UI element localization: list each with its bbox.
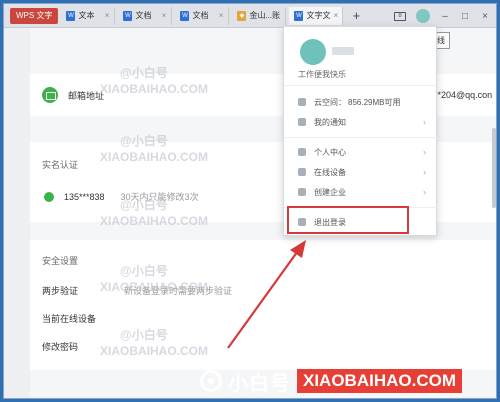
close-icon[interactable]: × [105, 11, 110, 20]
close-icon[interactable]: × [333, 11, 338, 20]
watermark: XIAOBAIHAO.COM [100, 280, 208, 294]
watermark: XIAOBAIHAO.COM [100, 214, 208, 228]
person-icon [298, 148, 306, 156]
new-tab-button[interactable]: + [349, 8, 363, 23]
user-icon [44, 191, 54, 202]
signal-icon [200, 370, 222, 392]
watermark: XIAOBAIHAO.COM [100, 150, 208, 164]
phone-number: 135***838 [64, 191, 105, 202]
close-button[interactable]: × [480, 11, 490, 22]
create-company-item[interactable]: 创建企业 › [284, 183, 438, 201]
online-device-label: 在线设备 [314, 167, 346, 177]
watermark-en: XIAOBAIHAO.COM [297, 369, 462, 393]
bell-icon [298, 118, 306, 126]
watermark: @小白号 [120, 66, 168, 80]
security-title: 安全设置 [42, 256, 79, 266]
highlight-box [287, 206, 409, 234]
online-device-item[interactable]: 在线设备 › [284, 163, 438, 181]
personal-center-item[interactable]: 个人中心 › [284, 143, 438, 161]
tab-doc-5[interactable]: W 文字文 × [289, 6, 344, 25]
email-label: 邮箱地址 [68, 90, 105, 101]
tab-bar: WPS 文字 W 文本 × W 文档 × W 文档 × ◆ 金山...账 W 文… [4, 4, 496, 28]
cloud-space-item[interactable]: 云空间： 856.29MB可用 [284, 93, 438, 111]
email-value: **204@qq.con [434, 90, 493, 100]
scrollbar[interactable] [492, 128, 496, 208]
chevron-right-icon: › [423, 187, 426, 197]
tab-label: 文档 [192, 11, 209, 20]
email-icon [42, 87, 58, 103]
avatar[interactable] [416, 9, 430, 23]
tab-label: 文本 [78, 11, 95, 20]
watermark: XIAOBAIHAO.COM [100, 82, 208, 96]
watermark: @小白号 [120, 264, 168, 278]
watermark: XIAOBAIHAO.COM [100, 344, 208, 358]
building-icon [298, 188, 306, 196]
cloud-value: 856.29MB可用 [348, 97, 401, 107]
cloud-label: 云空间： [314, 97, 346, 107]
personal-center-label: 个人中心 [314, 147, 346, 157]
tab-doc-4[interactable]: ◆ 金山...账 [232, 6, 287, 25]
close-icon[interactable]: × [219, 11, 224, 20]
tab-label: 文档 [135, 11, 152, 20]
app-tab-wps[interactable]: WPS 文字 [10, 7, 59, 24]
chevron-right-icon: › [423, 167, 426, 177]
doc-icon: W [180, 10, 190, 21]
chevron-right-icon: › [423, 147, 426, 157]
avatar [300, 39, 326, 65]
device-icon [298, 168, 306, 176]
notice-label: 我的通知 [314, 117, 346, 127]
close-icon[interactable]: × [162, 11, 167, 20]
create-company-label: 创建企业 [314, 187, 346, 197]
watermark-cn: 小白号 [228, 372, 291, 395]
online-devices-link[interactable]: 当前在线设备 [42, 312, 96, 325]
doc-icon: W [294, 10, 304, 21]
two-step-label: 两步验证 [42, 286, 79, 296]
window-controls: 8 – □ × [394, 4, 496, 28]
tab-doc-3[interactable]: W 文档 × [175, 6, 230, 25]
account-dropdown: 工作便我快乐 云空间： 856.29MB可用 我的通知 › 个人中心 › 在线设… [283, 26, 438, 236]
tab-label: 金山...账 [249, 11, 281, 20]
doc-icon: W [123, 10, 133, 21]
user-tagline: 工作便我快乐 [298, 70, 346, 79]
watermark: @小白号 [120, 134, 168, 148]
footer-watermark: 小白号 XIAOBAIHAO.COM [200, 366, 462, 396]
maximize-button[interactable]: □ [460, 11, 470, 22]
tab-doc-1[interactable]: W 文本 × [61, 6, 116, 25]
chevron-right-icon: › [423, 117, 426, 127]
cloud-icon [298, 98, 306, 106]
tab-label: 文字文 [306, 11, 331, 20]
doc-icon: W [66, 10, 76, 21]
orange-icon: ◆ [237, 10, 247, 21]
badge-icon[interactable]: 8 [394, 11, 406, 21]
user-name-blurred [332, 47, 354, 55]
realname-title: 实名认证 [42, 160, 79, 170]
minimize-button[interactable]: – [440, 11, 450, 22]
change-password-link[interactable]: 修改密码 [42, 340, 78, 353]
tab-doc-2[interactable]: W 文档 × [118, 6, 173, 25]
watermark: @小白号 [120, 328, 168, 342]
notice-item[interactable]: 我的通知 › [284, 113, 438, 131]
watermark: @小白号 [120, 198, 168, 212]
